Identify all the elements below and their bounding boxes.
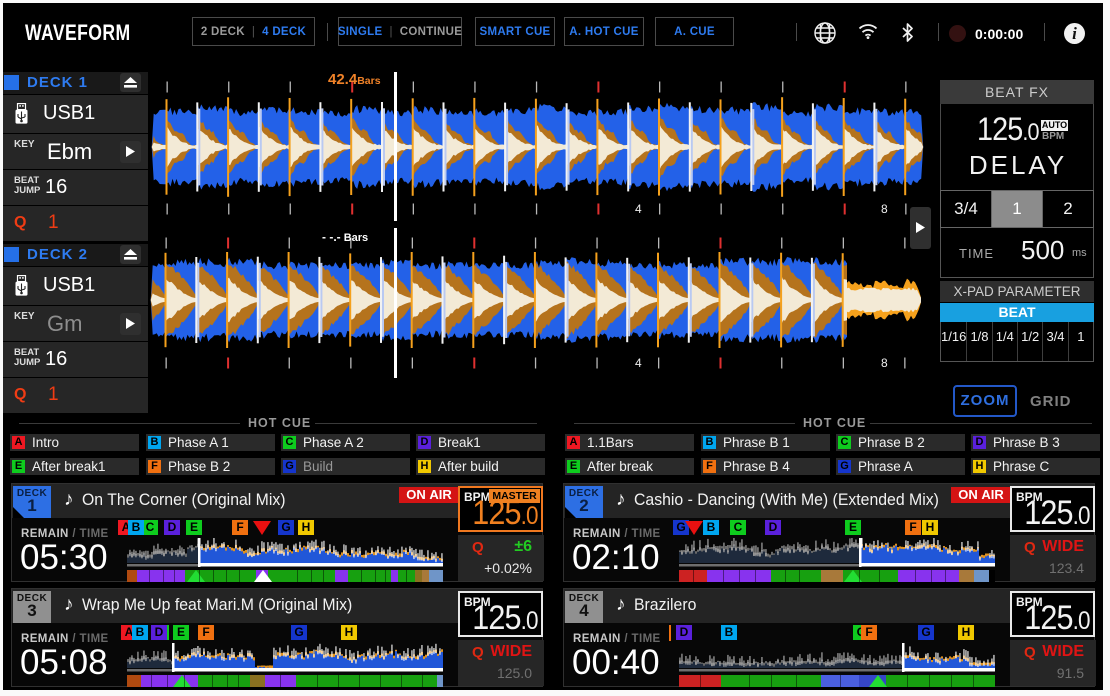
svg-text:8: 8 xyxy=(881,357,888,369)
svg-text:8: 8 xyxy=(881,203,888,215)
svg-text:4: 4 xyxy=(635,357,642,369)
svg-text:4: 4 xyxy=(635,203,642,215)
